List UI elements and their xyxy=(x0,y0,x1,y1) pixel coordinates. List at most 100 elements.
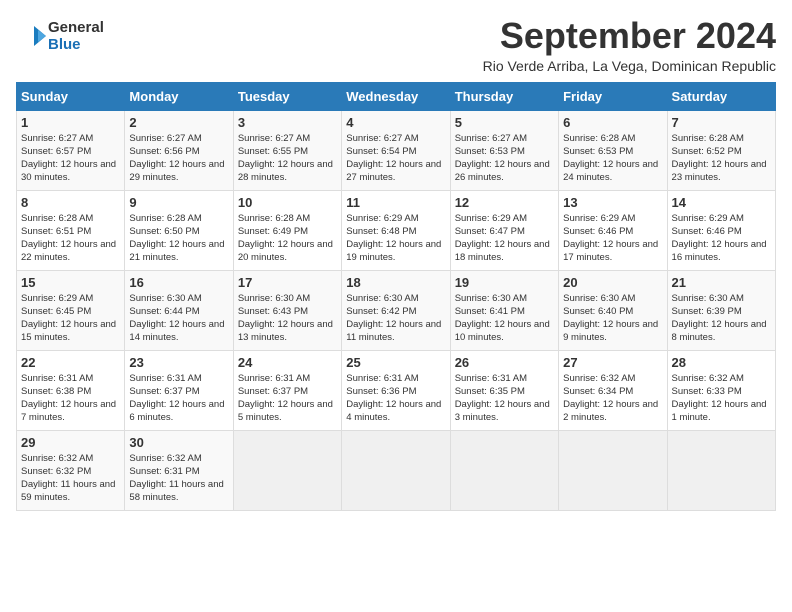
day-number: 23 xyxy=(129,355,228,370)
day-info: Sunrise: 6:28 AMSunset: 6:51 PMDaylight:… xyxy=(21,213,116,264)
calendar-title: September 2024 xyxy=(483,16,776,56)
day-number: 14 xyxy=(672,195,771,210)
calendar-row: 8 Sunrise: 6:28 AMSunset: 6:51 PMDayligh… xyxy=(17,190,776,270)
day-info: Sunrise: 6:30 AMSunset: 6:42 PMDaylight:… xyxy=(346,293,441,344)
day-number: 21 xyxy=(672,275,771,290)
table-row: 12 Sunrise: 6:29 AMSunset: 6:47 PMDaylig… xyxy=(450,190,558,270)
table-row: 27 Sunrise: 6:32 AMSunset: 6:34 PMDaylig… xyxy=(559,350,667,430)
day-number: 19 xyxy=(455,275,554,290)
table-row: 11 Sunrise: 6:29 AMSunset: 6:48 PMDaylig… xyxy=(342,190,450,270)
day-info: Sunrise: 6:32 AMSunset: 6:32 PMDaylight:… xyxy=(21,453,115,504)
calendar-row: 1 Sunrise: 6:27 AMSunset: 6:57 PMDayligh… xyxy=(17,110,776,190)
day-number: 24 xyxy=(238,355,337,370)
table-row: 14 Sunrise: 6:29 AMSunset: 6:46 PMDaylig… xyxy=(667,190,775,270)
day-info: Sunrise: 6:31 AMSunset: 6:38 PMDaylight:… xyxy=(21,373,116,424)
day-number: 16 xyxy=(129,275,228,290)
header-tuesday: Tuesday xyxy=(233,82,341,110)
logo-blue-text: Blue xyxy=(48,36,104,53)
day-info: Sunrise: 6:32 AMSunset: 6:33 PMDaylight:… xyxy=(672,373,767,424)
table-row: 15 Sunrise: 6:29 AMSunset: 6:45 PMDaylig… xyxy=(17,270,125,350)
header-wednesday: Wednesday xyxy=(342,82,450,110)
table-row: 24 Sunrise: 6:31 AMSunset: 6:37 PMDaylig… xyxy=(233,350,341,430)
table-row: 7 Sunrise: 6:28 AMSunset: 6:52 PMDayligh… xyxy=(667,110,775,190)
page-container: General Blue September 2024 Rio Verde Ar… xyxy=(16,16,776,511)
day-info: Sunrise: 6:30 AMSunset: 6:39 PMDaylight:… xyxy=(672,293,767,344)
table-row: 10 Sunrise: 6:28 AMSunset: 6:49 PMDaylig… xyxy=(233,190,341,270)
table-row: 21 Sunrise: 6:30 AMSunset: 6:39 PMDaylig… xyxy=(667,270,775,350)
table-row: 4 Sunrise: 6:27 AMSunset: 6:54 PMDayligh… xyxy=(342,110,450,190)
logo-general-text: General xyxy=(48,19,104,36)
day-info: Sunrise: 6:29 AMSunset: 6:46 PMDaylight:… xyxy=(563,213,658,264)
table-row: 23 Sunrise: 6:31 AMSunset: 6:37 PMDaylig… xyxy=(125,350,233,430)
table-row: 20 Sunrise: 6:30 AMSunset: 6:40 PMDaylig… xyxy=(559,270,667,350)
day-number: 17 xyxy=(238,275,337,290)
day-info: Sunrise: 6:31 AMSunset: 6:37 PMDaylight:… xyxy=(238,373,333,424)
header-sunday: Sunday xyxy=(17,82,125,110)
header-thursday: Thursday xyxy=(450,82,558,110)
day-number: 7 xyxy=(672,115,771,130)
day-number: 4 xyxy=(346,115,445,130)
table-row: 19 Sunrise: 6:30 AMSunset: 6:41 PMDaylig… xyxy=(450,270,558,350)
table-row xyxy=(559,430,667,510)
day-info: Sunrise: 6:29 AMSunset: 6:46 PMDaylight:… xyxy=(672,213,767,264)
table-row: 6 Sunrise: 6:28 AMSunset: 6:53 PMDayligh… xyxy=(559,110,667,190)
day-number: 3 xyxy=(238,115,337,130)
day-number: 1 xyxy=(21,115,120,130)
day-info: Sunrise: 6:28 AMSunset: 6:53 PMDaylight:… xyxy=(563,133,658,184)
day-number: 2 xyxy=(129,115,228,130)
table-row xyxy=(667,430,775,510)
day-info: Sunrise: 6:29 AMSunset: 6:48 PMDaylight:… xyxy=(346,213,441,264)
day-info: Sunrise: 6:27 AMSunset: 6:56 PMDaylight:… xyxy=(129,133,224,184)
day-info: Sunrise: 6:28 AMSunset: 6:49 PMDaylight:… xyxy=(238,213,333,264)
table-row: 5 Sunrise: 6:27 AMSunset: 6:53 PMDayligh… xyxy=(450,110,558,190)
table-row: 25 Sunrise: 6:31 AMSunset: 6:36 PMDaylig… xyxy=(342,350,450,430)
day-info: Sunrise: 6:27 AMSunset: 6:57 PMDaylight:… xyxy=(21,133,116,184)
table-row xyxy=(450,430,558,510)
day-number: 29 xyxy=(21,435,120,450)
day-info: Sunrise: 6:27 AMSunset: 6:54 PMDaylight:… xyxy=(346,133,441,184)
table-row xyxy=(342,430,450,510)
calendar-table: Sunday Monday Tuesday Wednesday Thursday… xyxy=(16,82,776,511)
day-info: Sunrise: 6:31 AMSunset: 6:36 PMDaylight:… xyxy=(346,373,441,424)
day-number: 26 xyxy=(455,355,554,370)
day-info: Sunrise: 6:27 AMSunset: 6:55 PMDaylight:… xyxy=(238,133,333,184)
day-info: Sunrise: 6:29 AMSunset: 6:45 PMDaylight:… xyxy=(21,293,116,344)
day-number: 11 xyxy=(346,195,445,210)
table-row: 3 Sunrise: 6:27 AMSunset: 6:55 PMDayligh… xyxy=(233,110,341,190)
day-number: 30 xyxy=(129,435,228,450)
calendar-subtitle: Rio Verde Arriba, La Vega, Dominican Rep… xyxy=(483,58,776,74)
title-block: September 2024 Rio Verde Arriba, La Vega… xyxy=(483,16,776,74)
header-friday: Friday xyxy=(559,82,667,110)
table-row: 18 Sunrise: 6:30 AMSunset: 6:42 PMDaylig… xyxy=(342,270,450,350)
table-row: 28 Sunrise: 6:32 AMSunset: 6:33 PMDaylig… xyxy=(667,350,775,430)
day-number: 12 xyxy=(455,195,554,210)
day-number: 9 xyxy=(129,195,228,210)
day-number: 18 xyxy=(346,275,445,290)
day-info: Sunrise: 6:31 AMSunset: 6:35 PMDaylight:… xyxy=(455,373,550,424)
table-row: 22 Sunrise: 6:31 AMSunset: 6:38 PMDaylig… xyxy=(17,350,125,430)
day-info: Sunrise: 6:30 AMSunset: 6:40 PMDaylight:… xyxy=(563,293,658,344)
table-row xyxy=(233,430,341,510)
table-row: 8 Sunrise: 6:28 AMSunset: 6:51 PMDayligh… xyxy=(17,190,125,270)
weekday-header-row: Sunday Monday Tuesday Wednesday Thursday… xyxy=(17,82,776,110)
table-row: 26 Sunrise: 6:31 AMSunset: 6:35 PMDaylig… xyxy=(450,350,558,430)
table-row: 30 Sunrise: 6:32 AMSunset: 6:31 PMDaylig… xyxy=(125,430,233,510)
table-row: 29 Sunrise: 6:32 AMSunset: 6:32 PMDaylig… xyxy=(17,430,125,510)
table-row: 13 Sunrise: 6:29 AMSunset: 6:46 PMDaylig… xyxy=(559,190,667,270)
header-monday: Monday xyxy=(125,82,233,110)
header: General Blue September 2024 Rio Verde Ar… xyxy=(16,16,776,74)
day-info: Sunrise: 6:31 AMSunset: 6:37 PMDaylight:… xyxy=(129,373,224,424)
day-number: 27 xyxy=(563,355,662,370)
day-info: Sunrise: 6:30 AMSunset: 6:43 PMDaylight:… xyxy=(238,293,333,344)
day-number: 15 xyxy=(21,275,120,290)
table-row: 16 Sunrise: 6:30 AMSunset: 6:44 PMDaylig… xyxy=(125,270,233,350)
calendar-row: 22 Sunrise: 6:31 AMSunset: 6:38 PMDaylig… xyxy=(17,350,776,430)
day-info: Sunrise: 6:30 AMSunset: 6:41 PMDaylight:… xyxy=(455,293,550,344)
day-info: Sunrise: 6:30 AMSunset: 6:44 PMDaylight:… xyxy=(129,293,224,344)
day-info: Sunrise: 6:28 AMSunset: 6:50 PMDaylight:… xyxy=(129,213,224,264)
day-info: Sunrise: 6:27 AMSunset: 6:53 PMDaylight:… xyxy=(455,133,550,184)
day-number: 25 xyxy=(346,355,445,370)
day-number: 28 xyxy=(672,355,771,370)
calendar-row: 15 Sunrise: 6:29 AMSunset: 6:45 PMDaylig… xyxy=(17,270,776,350)
day-number: 20 xyxy=(563,275,662,290)
